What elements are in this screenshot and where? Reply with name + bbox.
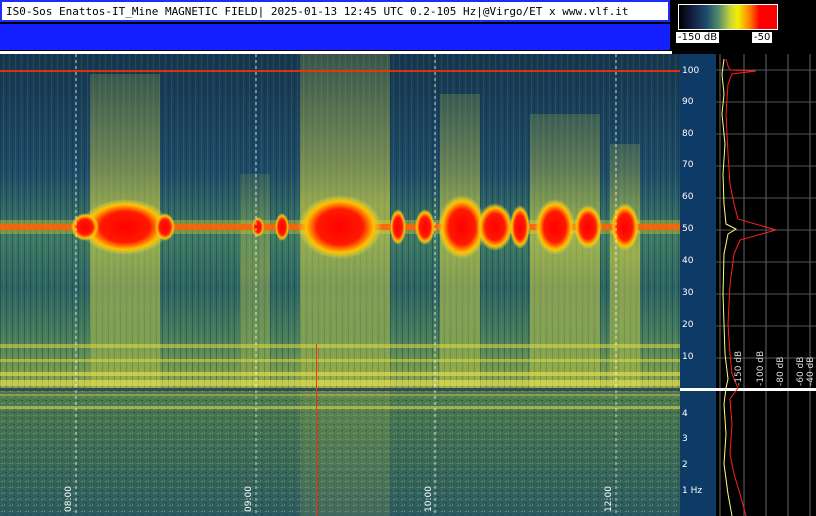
- color-scale-bar: [678, 4, 778, 30]
- freq-label: 90: [682, 97, 694, 107]
- frequency-axis: 100 90 80 70 60 50 40 30 20 10 4 3 2 1 H…: [680, 54, 716, 516]
- freq-label: 2: [682, 460, 688, 470]
- freq-label: 50: [682, 224, 694, 234]
- power-profile-plot: [716, 54, 816, 516]
- time-label: 10:00: [424, 486, 434, 512]
- color-scale-min-label: -150 dB: [676, 32, 720, 43]
- freq-label: 3: [682, 434, 688, 444]
- profile-db-label: -80 dB: [776, 356, 786, 386]
- freq-label: 20: [682, 320, 694, 330]
- freq-label: 60: [682, 192, 694, 202]
- freq-label: 1 Hz: [682, 486, 703, 496]
- spectrogram-title: IS0-Sos Enattos-IT_Mine MAGNETIC FIELD| …: [6, 5, 629, 18]
- time-label: 12:00: [604, 486, 614, 512]
- spectrogram-plot: [0, 54, 680, 516]
- freq-label: 80: [682, 129, 694, 139]
- freq-label: 10: [682, 352, 694, 362]
- time-label: 08:00: [64, 486, 74, 512]
- profile-db-label: -100 dB: [756, 350, 766, 386]
- freq-label: 70: [682, 160, 694, 170]
- profile-db-label: -40 dB: [806, 356, 816, 386]
- freq-label: 4: [682, 409, 688, 419]
- freq-label: 30: [682, 288, 694, 298]
- time-label: 09:00: [244, 486, 254, 512]
- title-bar: IS0-Sos Enattos-IT_Mine MAGNETIC FIELD| …: [0, 0, 670, 22]
- color-scale-max-label: -50: [752, 32, 773, 43]
- axis-separator: [680, 388, 716, 391]
- freq-label: 100: [682, 66, 700, 76]
- profile-db-label: -150 dB: [734, 350, 744, 386]
- header-band: [0, 24, 670, 50]
- profile-db-label: -60 dB: [796, 356, 806, 386]
- freq-label: 40: [682, 256, 694, 266]
